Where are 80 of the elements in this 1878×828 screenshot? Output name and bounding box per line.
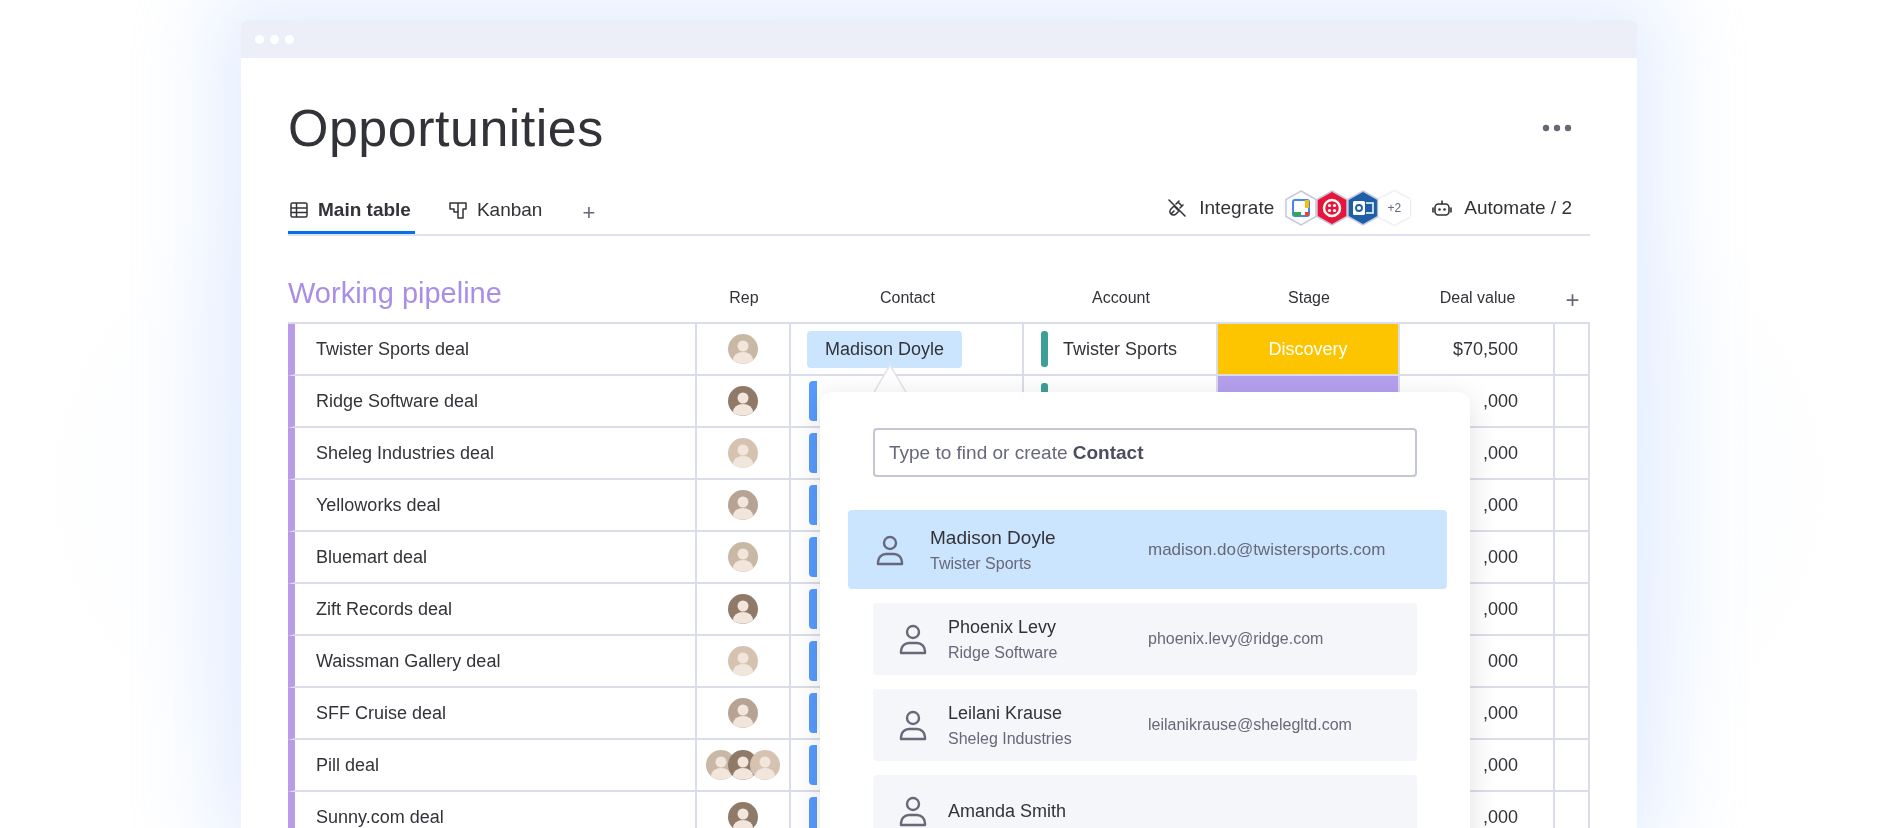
item-name: Twister Sports deal: [288, 324, 697, 376]
app-icon[interactable]: [1316, 190, 1349, 226]
column-header: Contact: [878, 288, 937, 308]
contact-company: Ridge Software: [948, 643, 1059, 662]
contact-chip[interactable]: Madison Doyle: [807, 330, 963, 368]
more-icon[interactable]: [1542, 124, 1572, 132]
table-cell: [1555, 480, 1590, 532]
robot-icon: [1432, 199, 1453, 217]
board-icon: [448, 201, 467, 219]
item-name: Waissman Gallery deal: [288, 636, 697, 688]
person-icon: [898, 623, 928, 655]
column-header: Rep: [728, 288, 760, 308]
table-cell: [1555, 584, 1590, 636]
account-name: Twister Sports: [1063, 338, 1178, 360]
contact-company: Sheleg Industries: [948, 729, 1073, 748]
column-header: Deal value: [1438, 288, 1517, 308]
person-icon: [898, 795, 928, 827]
contact-email: phoenix.levy@ridge.com: [1148, 630, 1324, 648]
contact-strip: [809, 745, 817, 785]
item-name: Zift Records deal: [288, 584, 697, 636]
contact-strip: [809, 537, 817, 577]
column-header: Account: [1091, 288, 1151, 308]
table-cell: [1555, 532, 1590, 584]
board-title: Opportunities: [288, 98, 604, 159]
contact-company: Twister Sports: [930, 554, 1033, 573]
contact-strip: [809, 485, 817, 525]
contact-strip: [809, 433, 817, 473]
avatar: [728, 334, 758, 364]
avatar: [728, 542, 758, 572]
avatar: [728, 698, 758, 728]
item-name: Yelloworks deal: [288, 480, 697, 532]
table-cell: [1555, 740, 1590, 792]
contact-name: Amanda Smith: [948, 800, 1068, 822]
contact-name: Madison Doyle: [930, 526, 1057, 549]
table-cell: [1555, 688, 1590, 740]
add-view-button[interactable]: +: [578, 200, 600, 234]
item-name: Sunny.com deal: [288, 792, 697, 828]
plug-icon: [1167, 198, 1188, 218]
contact-strip: [809, 381, 817, 421]
contact-name: Leilani Krause: [948, 702, 1064, 724]
column-header: Stage: [1287, 288, 1331, 308]
avatar: [728, 438, 758, 468]
item-name: Ridge Software deal: [288, 376, 697, 428]
view-tab[interactable]: Kanban: [446, 199, 547, 234]
view-tab[interactable]: Main table: [288, 199, 415, 234]
contact-name: Phoenix Levy: [948, 616, 1058, 638]
table-cell: [1555, 376, 1590, 428]
mail-icon[interactable]: [1347, 190, 1380, 226]
table-icon: [290, 201, 308, 219]
integrate-button[interactable]: Integrate: [1167, 197, 1275, 219]
item-name: Bluemart deal: [288, 532, 697, 584]
search-field[interactable]: Type to find or create Contact: [873, 428, 1417, 477]
automate-button[interactable]: Automate / 2: [1432, 197, 1572, 219]
contact-strip: [809, 797, 817, 828]
contact-strip: [809, 693, 817, 733]
item-name: Pill deal: [288, 740, 697, 792]
item-name: SFF Cruise deal: [288, 688, 697, 740]
add-column-button[interactable]: +: [1555, 290, 1590, 310]
person-icon: [875, 533, 905, 566]
contact-option[interactable]: Amanda Smith: [873, 775, 1417, 828]
contact-email: madison.do@twistersports.com: [1148, 539, 1386, 560]
group-title: Working pipeline: [288, 276, 503, 310]
avatar: [728, 490, 758, 520]
person-icon: [898, 709, 928, 741]
table-cell: [1555, 428, 1590, 480]
item-name: Sheleg Industries deal: [288, 428, 697, 480]
contact-option[interactable]: Phoenix Levy Ridge Software phoenix.levy@ridge.com: [873, 603, 1417, 675]
avatar: [728, 386, 758, 416]
contact-strip: [809, 589, 817, 629]
table-cell: [1555, 636, 1590, 688]
contact-option[interactable]: Madison Doyle Twister Sports madison.do@twistersports.com: [848, 510, 1447, 589]
deal-value: $70,500: [1400, 324, 1555, 376]
contact-option[interactable]: Leilani Krause Sheleg Industries leilanikrause@shelegltd.com: [873, 689, 1417, 761]
avatar: [750, 750, 780, 780]
avatar: [728, 646, 758, 676]
avatar: [728, 802, 758, 828]
contact-strip: [809, 641, 817, 681]
calendar-icon[interactable]: [1285, 190, 1318, 226]
contact-email: leilanikrause@shelegltd.com: [1148, 716, 1352, 734]
avatar: [728, 594, 758, 624]
